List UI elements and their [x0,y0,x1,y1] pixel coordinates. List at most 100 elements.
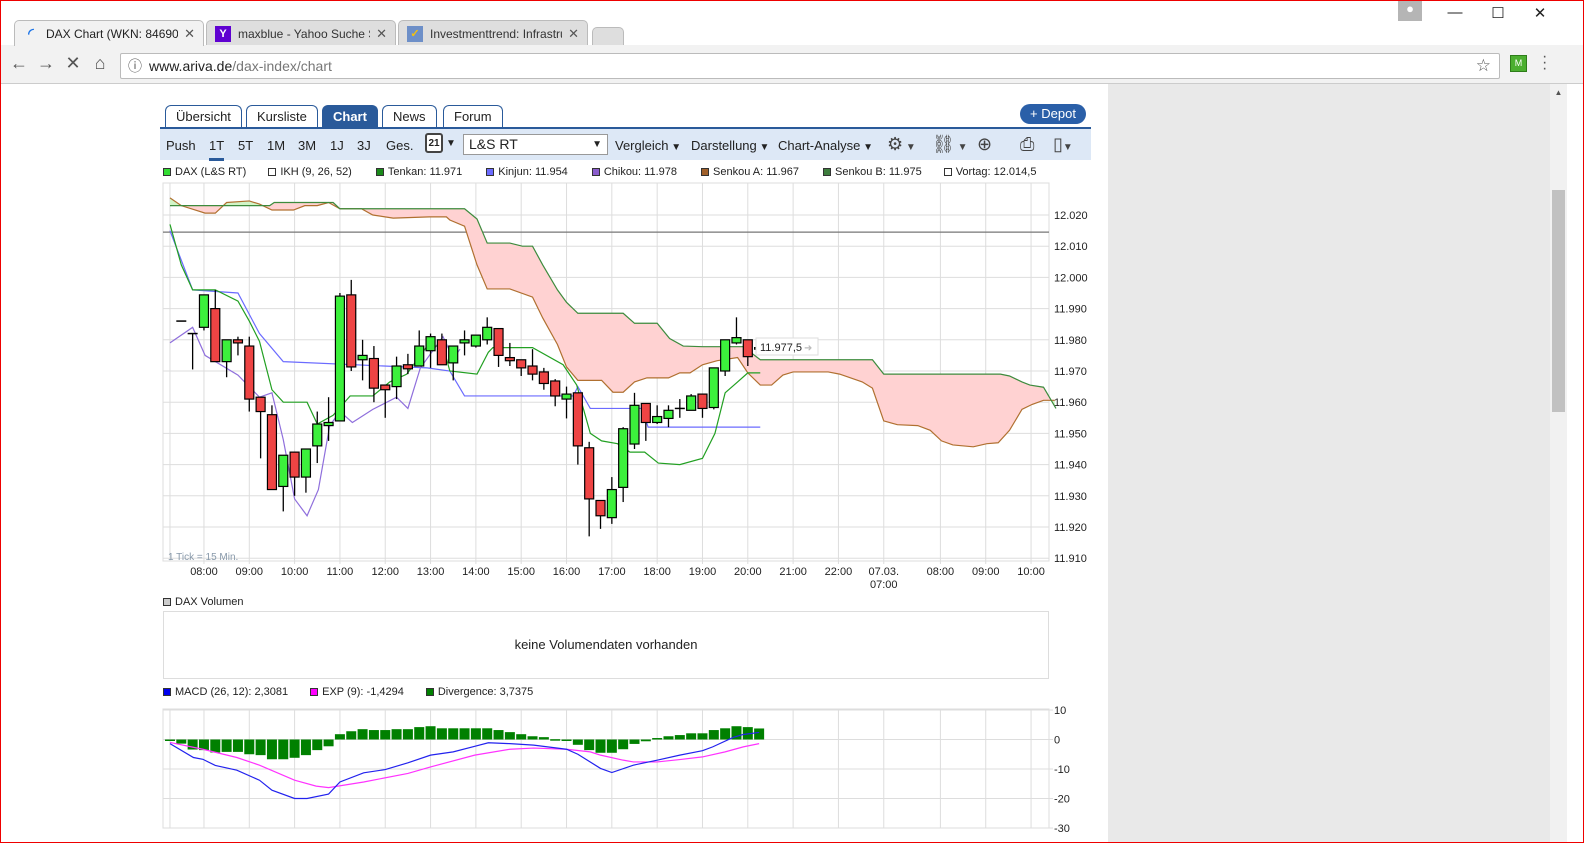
divergence-bar [380,730,391,740]
x-tick-label: 21:00 [779,566,807,578]
candle [720,339,731,376]
x-tick-label: 09:00 [972,566,1000,578]
divergence-bar [402,729,413,740]
candle-body [708,367,719,409]
x-tick-label: 10:00 [281,566,309,578]
divergence-bar [470,728,481,740]
divergence-bar [516,734,527,740]
y-tick-label: 11.980 [1054,335,1087,347]
loading-spinner-icon: ◜ [28,25,34,41]
divergence-bar [176,739,187,744]
main-chart-grid [162,182,1050,828]
candle-body [346,294,357,368]
divergence-bar [300,739,311,756]
last-price-label: 11.977,5 ➜ [755,337,819,356]
candle-body [561,393,572,400]
divergence-bar [652,738,663,740]
macd-y-tick-label: -30 [1054,823,1070,835]
x-tick-label: 17:00 [598,566,626,578]
y-tick-label: 11.960 [1054,397,1087,409]
divergence-bar [640,739,651,742]
x-tick-label: 09:00 [236,566,264,578]
candle-body [470,334,481,347]
candle-body [482,326,493,341]
candle-body [300,448,312,478]
candle-body [391,365,402,388]
x-tick-label: 08:00 [190,566,218,578]
candle-body [312,423,323,447]
candle-body [368,357,380,389]
candle-body [516,359,527,369]
macd-y-tick-label: 0 [1054,735,1060,747]
y-tick-label: 11.920 [1054,522,1087,534]
divergence-bar [674,735,685,740]
browser-tab-dax-chart[interactable]: ◜ DAX Chart (WKN: 846900 ✕ [14,20,204,46]
divergence-bar [561,739,572,741]
candle-body [742,339,753,358]
divergence-bar [606,739,617,753]
candle [470,334,481,348]
candle-body [663,409,674,420]
candle-body [652,415,663,424]
divergence-bar [425,726,436,740]
divergence-bar [538,737,549,740]
divergence-bar [482,728,493,740]
divergence-bar [346,731,357,740]
candle-body [357,354,368,361]
x-tick-label: 15:00 [507,566,535,578]
y-tick-label: 12.000 [1054,272,1088,284]
x-tick-label: 22:00 [825,566,853,578]
y-tick-label: 11.970 [1054,366,1087,378]
divergence-bar [368,730,379,740]
divergence-bar [618,739,629,750]
candle-body [380,384,391,391]
candle-body [323,421,334,427]
candle-body [584,447,595,500]
candle-body [697,393,708,410]
divergence-bar [232,739,243,752]
candle [708,367,719,410]
divergence-bar [493,730,504,740]
macd-y-tick-label: -20 [1054,794,1070,806]
macd-axes: 10 0 -10 -20 -30 [1054,705,1070,835]
candle-body [448,345,459,364]
divergence-bar [391,729,402,740]
divergence-bar [244,739,255,755]
candle-body [550,380,561,397]
candle-body [334,295,346,422]
divergence-bar [629,739,640,744]
divergence-bar [221,739,232,752]
candle-body [266,414,278,491]
y-tick-label: 11.930 [1054,491,1087,503]
candle-body [255,396,266,413]
divergence-bar [357,729,368,740]
divergence-bar [754,728,765,740]
x-tick-label: 12:00 [371,566,399,578]
close-tab-icon[interactable]: ✕ [184,26,195,42]
candle-body [436,339,447,366]
candle-body [720,339,731,372]
divergence-bar [414,727,425,740]
candle-body [278,454,289,488]
x-tick-label: 13:00 [417,566,445,578]
x-tick-label: 16:00 [553,566,581,578]
x-tick-label: 20:00 [734,566,762,578]
charts-canvas[interactable]: 12.020 12.010 12.000 11.990 11.980 11.970 11.9… [0,0,1584,843]
divergence-bar [595,739,606,753]
divergence-bar [584,739,595,751]
x-tick-label: 18:00 [643,566,671,578]
candle-body [402,364,413,370]
macd-y-tick-label: 10 [1054,705,1066,717]
divergence-bars [164,726,765,760]
y-tick-label: 11.950 [1054,428,1087,440]
divergence-bar [720,728,731,740]
x-tick-label: 10:00 [1017,566,1045,578]
divergence-bar [527,736,538,740]
tab-title: DAX Chart (WKN: 846900 [46,26,179,41]
y-tick-label: 11.910 [1054,553,1087,565]
divergence-bar [708,730,719,740]
x-tick-label: 07:00 [870,579,898,591]
divergence-bar [164,739,175,741]
divergence-bar [289,739,300,758]
candle-body [572,392,583,447]
